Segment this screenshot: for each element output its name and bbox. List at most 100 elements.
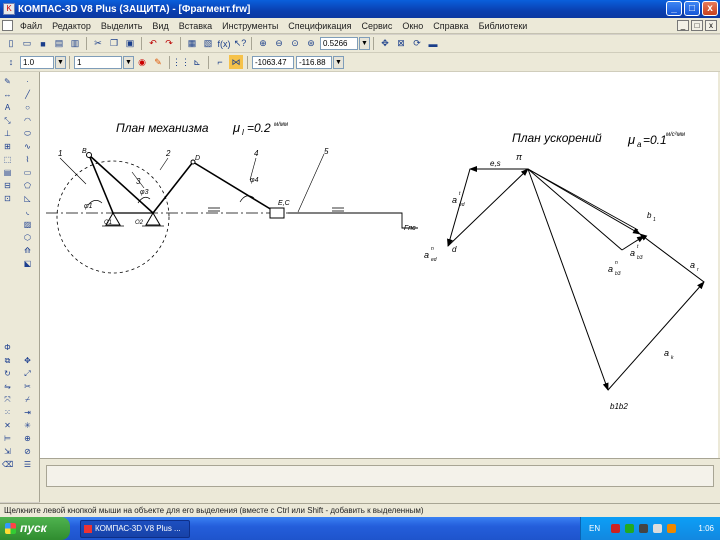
- dimensions-icon[interactable]: ↔: [2, 89, 13, 100]
- deform-icon[interactable]: ⤧: [2, 394, 13, 405]
- color-icon[interactable]: ✎: [151, 55, 165, 69]
- copy-icon[interactable]: ❐: [107, 37, 121, 51]
- minimize-button[interactable]: _: [666, 1, 682, 16]
- macro-icon[interactable]: ⊡: [2, 193, 13, 204]
- menu-help[interactable]: Справка: [428, 21, 473, 31]
- contour-icon[interactable]: ⬡: [22, 232, 33, 243]
- join-icon[interactable]: ⊕: [22, 433, 33, 444]
- align-icon[interactable]: ⊨: [2, 433, 13, 444]
- zoom-dropdown-icon[interactable]: ▼: [359, 37, 370, 50]
- cleanup-icon[interactable]: ⌫: [2, 459, 13, 470]
- select-icon[interactable]: ⬚: [2, 154, 13, 165]
- step-icon[interactable]: ↕: [4, 55, 18, 69]
- document-icon[interactable]: [2, 20, 13, 31]
- arc-icon[interactable]: ◠: [22, 115, 33, 126]
- polygon-icon[interactable]: ⬠: [22, 180, 33, 191]
- style-dropdown-icon[interactable]: ▼: [55, 55, 66, 69]
- layer-input[interactable]: 1: [74, 55, 122, 69]
- menu-specification[interactable]: Спецификация: [283, 21, 356, 31]
- show-all-icon[interactable]: ⊠: [394, 37, 408, 51]
- delete-tool-icon[interactable]: ✕: [2, 420, 13, 431]
- designations-icon[interactable]: A: [2, 102, 13, 113]
- pan-icon[interactable]: ✥: [378, 37, 392, 51]
- cut-icon[interactable]: ✂: [91, 37, 105, 51]
- undo-icon[interactable]: ↶: [146, 37, 160, 51]
- stretch-icon[interactable]: ⇲: [2, 446, 13, 457]
- explode-icon[interactable]: ✳: [22, 420, 33, 431]
- coord-dropdown-icon[interactable]: ▼: [333, 55, 344, 69]
- layer-dropdown-icon[interactable]: ▼: [123, 55, 134, 69]
- zoom-window-icon[interactable]: ⊙: [288, 37, 302, 51]
- tray-icon-5[interactable]: [667, 524, 676, 533]
- hatch-icon[interactable]: ▨: [22, 219, 33, 230]
- trim-icon[interactable]: ✂: [22, 381, 33, 392]
- grid-icon[interactable]: ⋮⋮: [172, 55, 190, 69]
- print-icon[interactable]: ▤: [52, 37, 66, 51]
- properties-area[interactable]: [46, 465, 714, 487]
- tray-icon-1[interactable]: [611, 524, 620, 533]
- language-indicator[interactable]: EN: [589, 517, 600, 540]
- edit-icon[interactable]: ⤡: [2, 115, 13, 126]
- copy-tool-icon[interactable]: ⧉: [2, 355, 13, 366]
- menu-libraries[interactable]: Библиотеки: [474, 21, 533, 31]
- zoom-out-icon[interactable]: ⊖: [272, 37, 286, 51]
- mdi-minimize-button[interactable]: _: [677, 20, 689, 31]
- variables-icon[interactable]: f(x): [217, 37, 231, 51]
- ellipse-icon[interactable]: ⬭: [22, 128, 33, 139]
- local-cs-icon[interactable]: ⌐: [213, 55, 227, 69]
- phi-icon[interactable]: Φ: [2, 342, 13, 353]
- extend-icon[interactable]: ⇥: [22, 407, 33, 418]
- rectangle-icon[interactable]: ▭: [22, 167, 33, 178]
- scale-icon[interactable]: ⤢: [22, 368, 33, 379]
- drawing-canvas[interactable]: План механизма μ l =0.2 м/мм Fпс B D E,C…: [40, 72, 720, 458]
- menu-tools[interactable]: Инструменты: [217, 21, 283, 31]
- parametrization-icon[interactable]: ⊥: [2, 128, 13, 139]
- snap-icon[interactable]: ⋈: [229, 55, 243, 69]
- volume-icon[interactable]: [653, 524, 662, 533]
- redo-icon[interactable]: ↷: [162, 37, 176, 51]
- offset-icon[interactable]: ⟰: [22, 245, 33, 256]
- coord-y-field[interactable]: -116.88: [296, 55, 332, 69]
- open-icon[interactable]: ▭: [20, 37, 34, 51]
- start-button[interactable]: пуск: [0, 517, 70, 540]
- line-icon[interactable]: ╱: [22, 89, 33, 100]
- array-icon[interactable]: ⁙: [2, 407, 13, 418]
- taskbar-item-kompas[interactable]: КОМПАС-3D V8 Plus ...: [80, 520, 190, 538]
- menu-window[interactable]: Окно: [397, 21, 428, 31]
- chamfer-icon[interactable]: ◺: [22, 193, 33, 204]
- move-icon[interactable]: ✥: [22, 355, 33, 366]
- measure-icon[interactable]: ⊞: [2, 141, 13, 152]
- menu-insert[interactable]: Вставка: [174, 21, 217, 31]
- circle-icon[interactable]: ○: [22, 102, 33, 113]
- style-input[interactable]: 1.0: [20, 55, 54, 69]
- mirror-icon[interactable]: ⇋: [2, 381, 13, 392]
- mdi-restore-button[interactable]: □: [691, 20, 703, 31]
- split-icon[interactable]: ⊘: [22, 446, 33, 457]
- tray-icon-2[interactable]: [625, 524, 634, 533]
- ortho-icon[interactable]: ⊾: [190, 55, 204, 69]
- save-icon[interactable]: ■: [36, 37, 50, 51]
- screen-icon[interactable]: ▬: [426, 37, 440, 51]
- tree-icon[interactable]: ▦: [185, 37, 199, 51]
- point-icon[interactable]: ·: [22, 76, 33, 87]
- zoom-scale-icon[interactable]: ⊛: [304, 37, 318, 51]
- menu-file[interactable]: Файл: [15, 21, 47, 31]
- tray-icon-3[interactable]: [639, 524, 648, 533]
- refresh-icon[interactable]: ⟳: [410, 37, 424, 51]
- print-preview-icon[interactable]: ▥: [68, 37, 82, 51]
- zoom-input[interactable]: 0.5266: [320, 37, 358, 50]
- menu-service[interactable]: Сервис: [357, 21, 398, 31]
- break-icon[interactable]: ⌿: [22, 394, 33, 405]
- coord-x-field[interactable]: -1063.47: [252, 55, 294, 69]
- report-icon[interactable]: ⊟: [2, 180, 13, 191]
- rotate-icon[interactable]: ↻: [2, 368, 13, 379]
- new-document-icon[interactable]: ▯: [4, 37, 18, 51]
- fillet-icon[interactable]: ◟: [22, 206, 33, 217]
- menu-view[interactable]: Вид: [147, 21, 173, 31]
- properties-tool-icon[interactable]: ☰: [22, 459, 33, 470]
- maximize-button[interactable]: □: [684, 1, 700, 16]
- zoom-in-icon[interactable]: ⊕: [256, 37, 270, 51]
- spec-icon[interactable]: ▤: [2, 167, 13, 178]
- layer-state-icon[interactable]: ◉: [135, 55, 149, 69]
- menu-select[interactable]: Выделить: [96, 21, 148, 31]
